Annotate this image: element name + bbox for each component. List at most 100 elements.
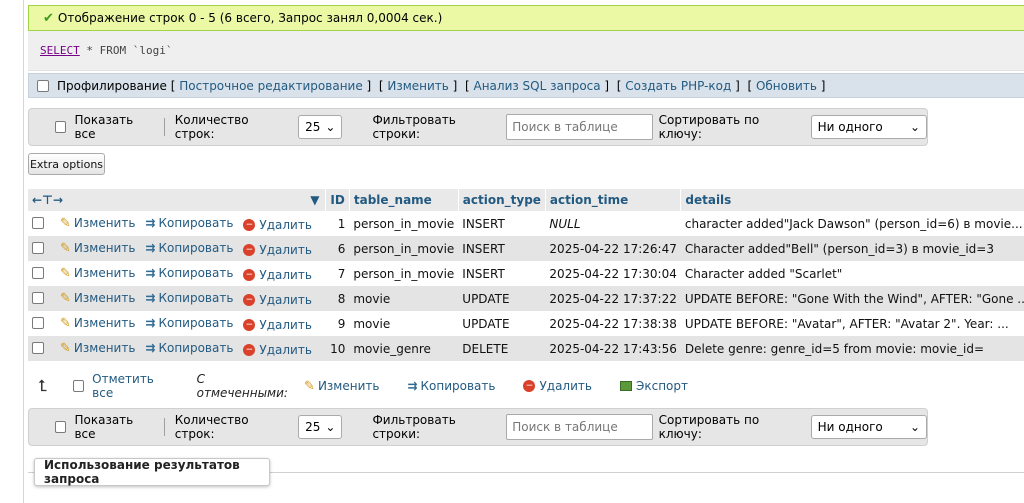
row-copy-label: Копировать (158, 265, 234, 280)
edit-query-link[interactable]: Изменить (387, 79, 449, 93)
cell-action-time[interactable]: 2025-04-22 17:43:56 (545, 336, 681, 361)
check-all-link[interactable]: Отметить все (92, 372, 168, 400)
cell-action-type[interactable]: INSERT (458, 236, 546, 261)
profiling-checkbox[interactable] (37, 79, 49, 92)
row-delete-button[interactable]: − Удалить (243, 268, 312, 282)
cell-details[interactable]: Delete genre: genre_id=5 from movie: mov… (680, 336, 1024, 361)
sort-key-select[interactable]: Ни одного ⌄ (810, 415, 928, 439)
cell-details[interactable]: character added"Jack Dawson" (person_id=… (680, 211, 1024, 236)
bulk-delete-button[interactable]: − Удалить (523, 379, 592, 393)
cell-action-type[interactable]: INSERT (458, 211, 546, 236)
query-results-operations-box[interactable]: Использование результатов запроса (34, 458, 270, 486)
row-checkbox[interactable] (32, 317, 44, 329)
cell-id[interactable]: 7 (325, 261, 350, 286)
check-all-checkbox[interactable] (73, 380, 85, 392)
row-edit-button[interactable]: ✎ Изменить (60, 316, 135, 331)
cell-table-name[interactable]: movie_genre (349, 336, 459, 361)
filter-label: Фильтровать строки: (372, 413, 456, 441)
cell-id[interactable]: 9 (325, 311, 350, 336)
cell-action-time[interactable]: 2025-04-22 17:30:04 (545, 261, 681, 286)
bulk-copy-button[interactable]: ⇉ Копировать (407, 379, 495, 393)
sql-select-keyword[interactable]: SELECT (40, 44, 80, 57)
row-count-select[interactable]: 25 ⌄ (298, 415, 343, 439)
cell-id[interactable]: 1 (325, 211, 350, 236)
cell-action-time[interactable]: 2025-04-22 17:38:38 (545, 311, 681, 336)
cell-action-type[interactable]: UPDATE (458, 311, 546, 336)
cell-id[interactable]: 8 (325, 286, 350, 311)
row-copy-button[interactable]: ⇉ Копировать (145, 341, 233, 355)
column-toggle-header[interactable]: ←⊤→ ▼ (28, 189, 327, 211)
cell-action-type[interactable]: UPDATE (458, 286, 546, 311)
row-edit-button[interactable]: ✎ Изменить (60, 241, 135, 256)
cell-id[interactable]: 6 (325, 236, 350, 261)
row-copy-button[interactable]: ⇉ Копировать (145, 266, 233, 280)
refresh-link[interactable]: Обновить (756, 79, 817, 93)
export-icon (619, 381, 632, 391)
delete-icon: − (243, 318, 256, 331)
cell-table-name[interactable]: person_in_movie (349, 211, 459, 236)
cell-table-name[interactable]: movie (349, 286, 459, 311)
cell-action-type[interactable]: DELETE (458, 336, 546, 361)
row-copy-button[interactable]: ⇉ Копировать (145, 316, 233, 330)
row-delete-button[interactable]: − Удалить (243, 343, 312, 357)
filter-search-input[interactable]: Поиск в таблице (506, 114, 653, 140)
bulk-export-label: Экспорт (635, 379, 688, 393)
row-checkbox[interactable] (32, 292, 44, 304)
row-checkbox[interactable] (32, 342, 44, 354)
extra-options-button[interactable]: Extra options (28, 153, 105, 175)
cell-details[interactable]: UPDATE BEFORE: "Gone With the Wind", AFT… (680, 286, 1024, 311)
row-delete-button[interactable]: − Удалить (243, 318, 312, 332)
explain-sql-link[interactable]: Анализ SQL запроса (473, 79, 600, 93)
row-copy-label: Копировать (158, 215, 234, 230)
row-edit-button[interactable]: ✎ Изменить (60, 266, 135, 281)
create-php-link[interactable]: Создать PHP-код (625, 79, 731, 93)
cell-action-time[interactable]: 2025-04-22 17:37:22 (545, 286, 681, 311)
cell-details[interactable]: Character added "Scarlet" (680, 261, 1024, 286)
cell-table-name[interactable]: movie (349, 311, 459, 336)
pencil-icon: ✎ (60, 315, 71, 331)
column-header-action-time[interactable]: action_time (545, 189, 682, 211)
row-copy-button[interactable]: ⇉ Копировать (145, 291, 233, 305)
row-delete-button[interactable]: − Удалить (243, 243, 312, 257)
row-edit-button[interactable]: ✎ Изменить (60, 216, 135, 231)
cell-details[interactable]: UPDATE BEFORE: "Avatar", AFTER: "Avatar … (680, 311, 1024, 336)
filter-search-input[interactable]: Поиск в таблице (506, 414, 653, 440)
row-checkbox[interactable] (32, 217, 44, 229)
row-copy-button[interactable]: ⇉ Копировать (145, 216, 233, 230)
column-header-id[interactable]: ID (325, 189, 350, 211)
sort-arrow-icon[interactable]: ▼ (310, 193, 319, 207)
sort-key-select[interactable]: Ни одного ⌄ (810, 115, 928, 139)
row-copy-button[interactable]: ⇉ Копировать (145, 241, 233, 255)
row-count-select[interactable]: 25 ⌄ (298, 115, 343, 139)
divider (163, 418, 165, 436)
divider (163, 118, 165, 136)
with-selected-label: С отмеченными: (196, 372, 288, 400)
row-checkbox[interactable] (32, 242, 44, 254)
delete-icon: − (523, 380, 536, 392)
copy-icon: ⇉ (145, 240, 156, 255)
bulk-edit-button[interactable]: ✎ Изменить (304, 379, 379, 394)
column-arrows-icon[interactable]: ←⊤→ (32, 193, 63, 207)
cell-action-type[interactable]: INSERT (458, 261, 546, 286)
cell-table-name[interactable]: person_in_movie (349, 236, 459, 261)
top-navigation-bar: Показать все Количество строк: 25 ⌄ Филь… (28, 108, 928, 146)
row-edit-button[interactable]: ✎ Изменить (60, 291, 135, 306)
column-header-details[interactable]: details (680, 189, 1024, 211)
bulk-edit-label: Изменить (317, 379, 380, 393)
cell-table-name[interactable]: person_in_movie (349, 261, 459, 286)
cell-details[interactable]: Character added"Bell" (person_id=3) в mo… (680, 236, 1024, 261)
column-header-action-type[interactable]: action_type (458, 189, 546, 211)
row-checkbox[interactable] (32, 267, 44, 279)
show-all-checkbox[interactable] (55, 121, 67, 133)
cell-action-time[interactable]: 2025-04-22 17:26:47 (545, 236, 681, 261)
show-all-checkbox[interactable] (55, 421, 67, 433)
row-delete-button[interactable]: − Удалить (243, 293, 312, 307)
sql-table-name: `logi` (132, 44, 173, 57)
cell-action-time[interactable]: NULL (545, 211, 681, 236)
inline-edit-link[interactable]: Построчное редактирование (179, 79, 363, 93)
column-header-table-name[interactable]: table_name (349, 189, 459, 211)
row-edit-button[interactable]: ✎ Изменить (60, 341, 135, 356)
bulk-export-button[interactable]: Экспорт (619, 379, 688, 393)
cell-id[interactable]: 10 (325, 336, 350, 361)
row-delete-button[interactable]: − Удалить (243, 218, 312, 232)
